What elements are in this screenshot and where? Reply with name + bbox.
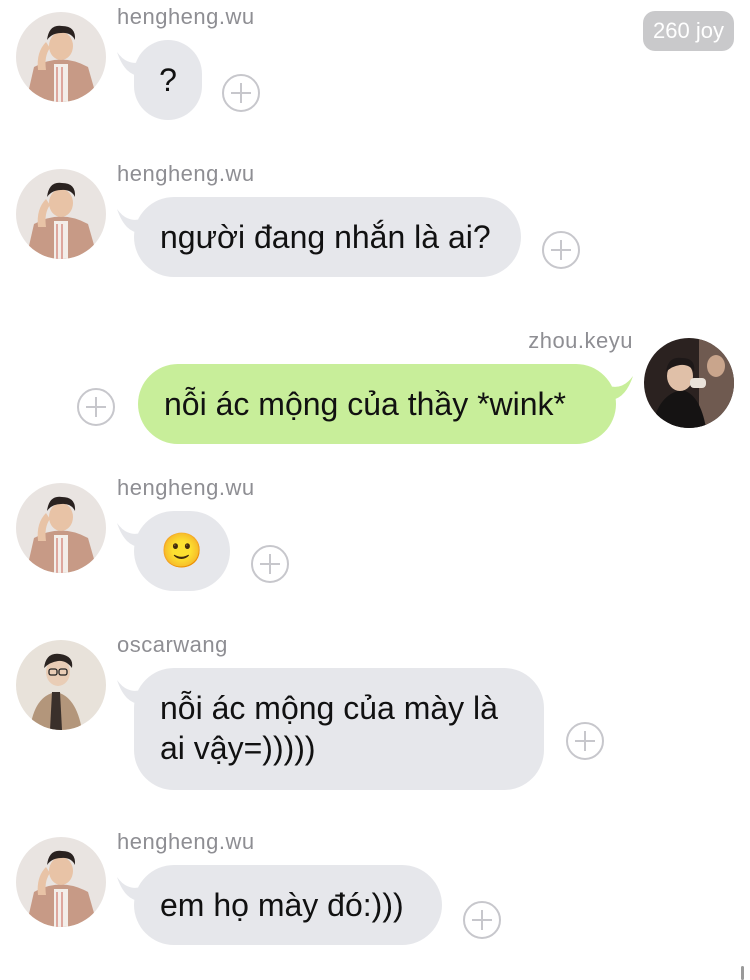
scrollbar[interactable] [741, 966, 744, 980]
sender-name: zhou.keyu [528, 328, 633, 353]
avatar-hengheng[interactable] [16, 837, 106, 927]
message-bubble[interactable]: em họ mày đó:))) [134, 865, 442, 945]
message-bubble[interactable]: ? [134, 40, 202, 120]
add-reaction-icon[interactable] [463, 901, 501, 939]
avatar-hengheng[interactable] [16, 12, 106, 102]
sender-name: oscarwang [117, 632, 228, 657]
joy-badge: 260 joy [643, 11, 734, 51]
sender-name: hengheng.wu [117, 161, 255, 186]
add-reaction-icon[interactable] [566, 722, 604, 760]
message-bubble[interactable]: 🙂 [134, 511, 230, 591]
avatar-zhou-keyu[interactable] [644, 338, 734, 428]
add-reaction-icon[interactable] [251, 545, 289, 583]
sender-name: hengheng.wu [117, 4, 255, 29]
message-bubble[interactable]: nỗi ác mộng của thầy *wink* [138, 364, 616, 444]
avatar-oscarwang[interactable] [16, 640, 106, 730]
message-bubble[interactable]: nỗi ác mộng của mày là ai vậy=))))) [134, 668, 544, 790]
sender-name: hengheng.wu [117, 829, 255, 854]
add-reaction-icon[interactable] [77, 388, 115, 426]
sender-name: hengheng.wu [117, 475, 255, 500]
message-bubble[interactable]: người đang nhắn là ai? [134, 197, 521, 277]
message-line: ai vậy=))))) [160, 730, 316, 766]
avatar-hengheng[interactable] [16, 483, 106, 573]
message-line: nỗi ác mộng của mày là [160, 690, 498, 726]
avatar-hengheng[interactable] [16, 169, 106, 259]
add-reaction-icon[interactable] [542, 231, 580, 269]
add-reaction-icon[interactable] [222, 74, 260, 112]
